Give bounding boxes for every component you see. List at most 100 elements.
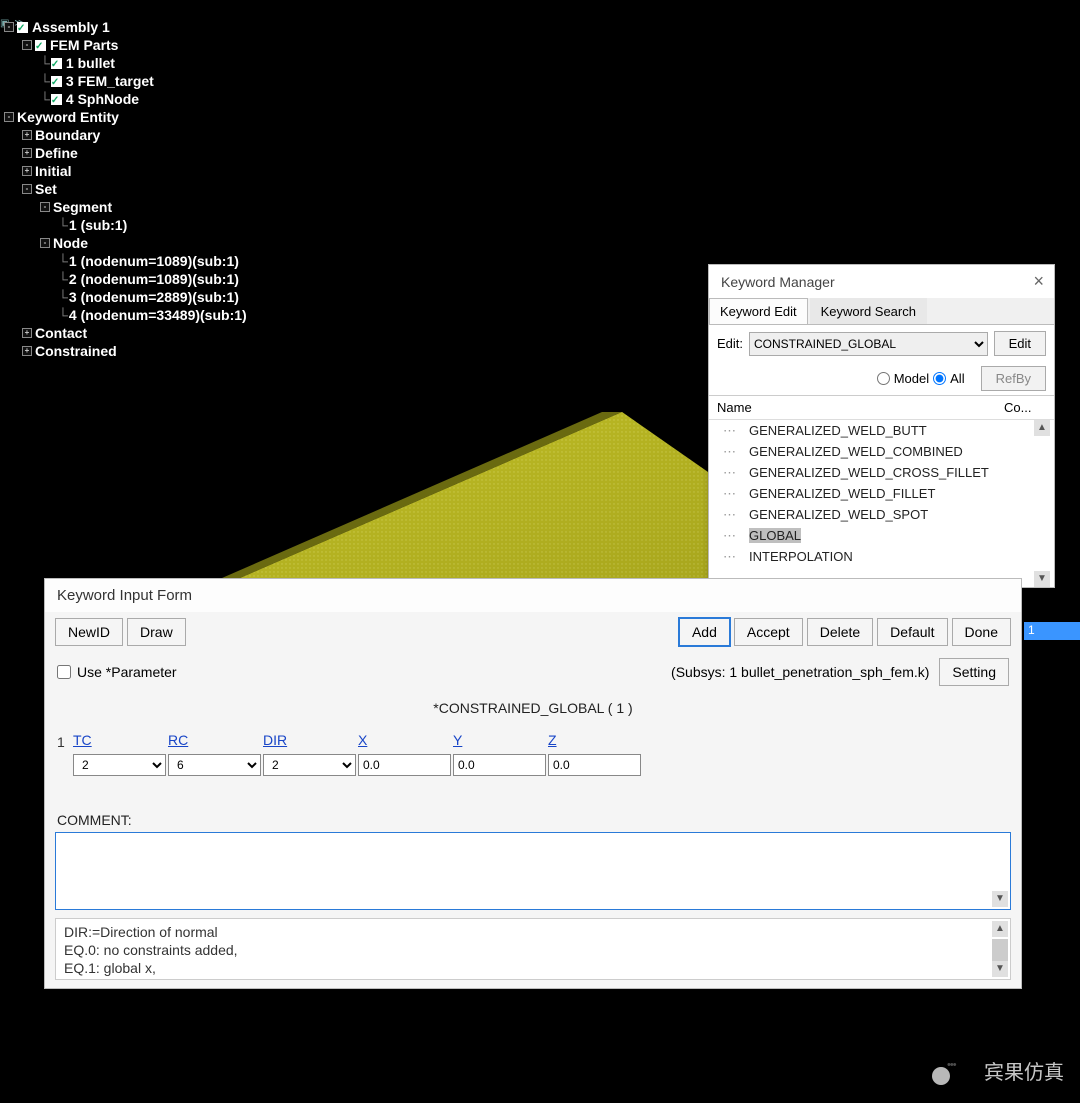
tree-expander-icon[interactable]: - <box>4 22 14 32</box>
default-button[interactable]: Default <box>877 618 947 646</box>
comment-label: COMMENT: <box>45 806 1021 832</box>
keyword-list-item[interactable]: GENERALIZED_WELD_BUTT <box>709 420 1054 441</box>
tree-item[interactable]: └4 SphNode <box>4 90 247 108</box>
col-Y[interactable]: Y <box>453 732 546 750</box>
keyword-list-header: Name Co... <box>709 395 1054 419</box>
help-line: EQ.1: global x, <box>64 959 1002 977</box>
tree-expander-icon[interactable]: - <box>22 40 32 50</box>
delete-button[interactable]: Delete <box>807 618 873 646</box>
radio-model[interactable] <box>877 372 890 385</box>
tree-item[interactable]: +Constrained <box>4 342 247 360</box>
help-line: DIR:=Direction of normal <box>64 923 1002 941</box>
tree-label: Node <box>53 234 88 252</box>
use-parameter-input[interactable] <box>57 665 71 679</box>
tree-label: Assembly 1 <box>32 18 110 36</box>
edit-label: Edit: <box>717 336 743 351</box>
tree-expander-icon[interactable]: + <box>22 130 32 140</box>
keyword-list-item[interactable]: GENERALIZED_WELD_CROSS_FILLET <box>709 462 1054 483</box>
tree-expander-icon[interactable]: + <box>22 166 32 176</box>
comment-textarea[interactable]: ▼ <box>55 832 1011 910</box>
tree-item[interactable]: +Define <box>4 144 247 162</box>
help-panel: ▲ ▼ DIR:=Direction of normalEQ.0: no con… <box>55 918 1011 980</box>
edit-button[interactable]: Edit <box>994 331 1046 356</box>
tree-expander-icon[interactable]: - <box>40 202 50 212</box>
col-X[interactable]: X <box>358 732 451 750</box>
newid-button[interactable]: NewID <box>55 618 123 646</box>
col-RC[interactable]: RC <box>168 732 261 750</box>
input-DIR[interactable]: 2 <box>263 754 356 776</box>
setting-button[interactable]: Setting <box>939 658 1009 686</box>
col-TC[interactable]: TC <box>73 732 166 750</box>
scroll-down-icon[interactable]: ▼ <box>1034 571 1050 587</box>
keyword-header: *CONSTRAINED_GLOBAL ( 1 ) <box>45 692 1021 728</box>
scroll-down-icon[interactable]: ▼ <box>992 961 1008 977</box>
col-DIR[interactable]: DIR <box>263 732 356 750</box>
tree-checkbox[interactable] <box>51 76 62 87</box>
tree-label: Keyword Entity <box>17 108 119 126</box>
tree-item[interactable]: -Segment <box>4 198 247 216</box>
tree-item[interactable]: -Node <box>4 234 247 252</box>
tree-item[interactable]: └3 FEM_target <box>4 72 247 90</box>
tree-item[interactable]: └1 bullet <box>4 54 247 72</box>
keyword-list[interactable]: ▲ ▼ GENERALIZED_WELD_BUTTGENERALIZED_WEL… <box>709 419 1054 587</box>
tree-checkbox[interactable] <box>51 58 62 69</box>
tree-label: 4 SphNode <box>66 90 139 108</box>
tree-item[interactable]: +Contact <box>4 324 247 342</box>
tree-expander-icon[interactable]: + <box>22 346 32 356</box>
scroll-down-icon[interactable]: ▼ <box>992 891 1008 907</box>
keyword-list-item[interactable]: INTERPOLATION <box>709 546 1054 567</box>
tree-item[interactable]: +Initial <box>4 162 247 180</box>
tree-item[interactable]: +Boundary <box>4 126 247 144</box>
tree-checkbox[interactable] <box>35 40 46 51</box>
mesh-graphic <box>200 410 710 580</box>
input-X[interactable] <box>358 754 451 776</box>
tree-expander-icon[interactable]: - <box>22 184 32 194</box>
tree-label: Boundary <box>35 126 100 144</box>
use-parameter-checkbox[interactable]: Use *Parameter <box>57 664 177 680</box>
tree-checkbox[interactable] <box>51 94 62 105</box>
add-button[interactable]: Add <box>679 618 730 646</box>
col-name: Name <box>717 400 1004 415</box>
tree-label: FEM Parts <box>50 36 118 54</box>
side-list-item[interactable]: 1 <box>1024 622 1080 640</box>
help-line: EQ.2: global y, <box>64 977 1002 980</box>
tree-item[interactable]: └1 (nodenum=1089)(sub:1) <box>4 252 247 270</box>
draw-button[interactable]: Draw <box>127 618 186 646</box>
keyword-list-item[interactable]: GLOBAL <box>709 525 1054 546</box>
tree-item[interactable]: - Assembly 1 <box>4 18 247 36</box>
tab-keyword-edit[interactable]: Keyword Edit <box>709 298 808 324</box>
use-parameter-label: Use *Parameter <box>77 664 177 680</box>
tree-checkbox[interactable] <box>17 22 28 33</box>
scroll-thumb[interactable] <box>992 939 1008 963</box>
tree-item[interactable]: - FEM Parts <box>4 36 247 54</box>
tab-keyword-search[interactable]: Keyword Search <box>810 298 927 324</box>
input-RC[interactable]: 6 <box>168 754 261 776</box>
scroll-up-icon[interactable]: ▲ <box>992 921 1008 937</box>
tree-item[interactable]: -Set <box>4 180 247 198</box>
model-tree[interactable]: -Assembly 1-FEM Parts└1 bullet└3 FEM_tar… <box>4 18 247 360</box>
col-Z[interactable]: Z <box>548 732 641 750</box>
input-Z[interactable] <box>548 754 641 776</box>
tree-item[interactable]: └4 (nodenum=33489)(sub:1) <box>4 306 247 324</box>
row-number: 1 <box>57 732 71 750</box>
accept-button[interactable]: Accept <box>734 618 803 646</box>
tree-expander-icon[interactable]: - <box>4 112 14 122</box>
tree-expander-icon[interactable]: - <box>40 238 50 248</box>
edit-keyword-select[interactable]: CONSTRAINED_GLOBAL <box>749 332 988 356</box>
close-icon[interactable]: × <box>1033 271 1044 292</box>
tree-item[interactable]: -Keyword Entity <box>4 108 247 126</box>
done-button[interactable]: Done <box>952 618 1011 646</box>
radio-all[interactable] <box>933 372 946 385</box>
keyword-list-item[interactable]: GENERALIZED_WELD_FILLET <box>709 483 1054 504</box>
refby-button[interactable]: RefBy <box>981 366 1046 391</box>
input-TC[interactable]: 2 <box>73 754 166 776</box>
tree-item[interactable]: └2 (nodenum=1089)(sub:1) <box>4 270 247 288</box>
tree-item[interactable]: └3 (nodenum=2889)(sub:1) <box>4 288 247 306</box>
keyword-list-item[interactable]: GENERALIZED_WELD_COMBINED <box>709 441 1054 462</box>
tree-item[interactable]: └1 (sub:1) <box>4 216 247 234</box>
tree-expander-icon[interactable]: + <box>22 328 32 338</box>
keyword-list-item[interactable]: GENERALIZED_WELD_SPOT <box>709 504 1054 525</box>
help-line: EQ.0: no constraints added, <box>64 941 1002 959</box>
input-Y[interactable] <box>453 754 546 776</box>
tree-expander-icon[interactable]: + <box>22 148 32 158</box>
